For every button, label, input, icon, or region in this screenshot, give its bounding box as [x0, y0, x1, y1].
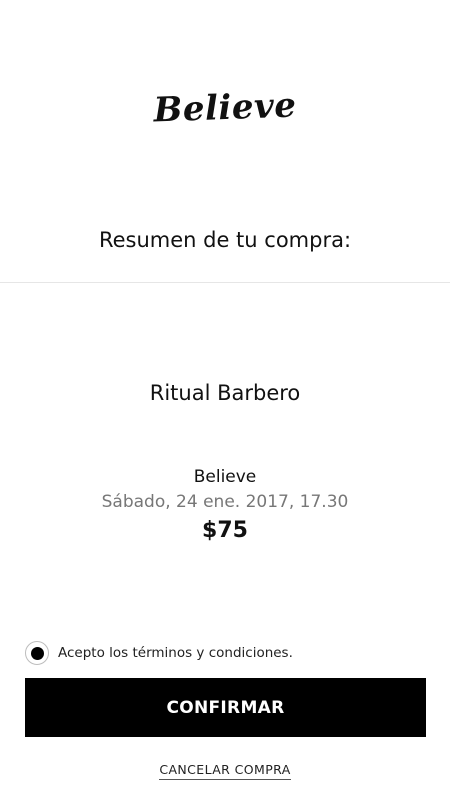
price: $75 [202, 518, 248, 543]
cancel-link-container: CANCELAR COMPRA [0, 759, 450, 780]
confirm-button[interactable]: CONFIRMAR [25, 678, 426, 737]
radio-selected-dot [30, 646, 44, 660]
terms-radio[interactable] [25, 641, 49, 665]
service-name: Ritual Barbero [149, 381, 301, 405]
page-title: Resumen de tu compra: [98, 228, 352, 252]
terms-label: Acepto los términos y condiciones. [58, 645, 293, 661]
venue-name: Believe [193, 467, 257, 487]
cancel-purchase-link[interactable]: CANCELAR COMPRA [159, 762, 291, 780]
booking-datetime: Sábado, 24 ene. 2017, 17.30 [101, 492, 349, 512]
terms-checkbox-row[interactable]: Acepto los términos y condiciones. [25, 640, 293, 666]
section-divider [0, 282, 450, 283]
brand-logo: Believe [152, 85, 298, 131]
